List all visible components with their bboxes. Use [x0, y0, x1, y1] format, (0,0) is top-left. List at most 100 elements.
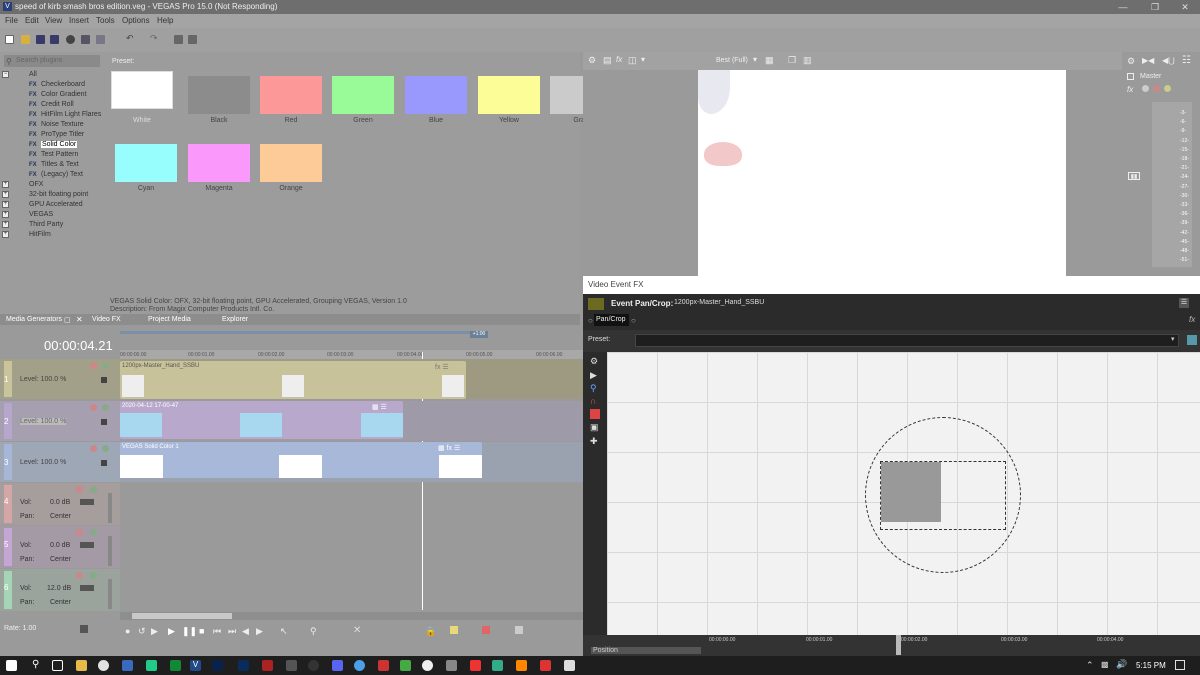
tree-item[interactable]: (Legacy) Text: [41, 171, 83, 178]
timeline-clip[interactable]: 2020-04-12 17-00-47 ▦ ☰: [120, 401, 403, 439]
render-icon[interactable]: [81, 35, 90, 44]
chevron-down-icon[interactable]: ▾: [641, 55, 645, 64]
tree-item-solid-color[interactable]: Solid Color: [41, 141, 78, 148]
tree-item[interactable]: ProType Titler: [41, 131, 84, 138]
tab-media-generators[interactable]: Media Generators: [6, 316, 62, 323]
expand-icon[interactable]: +: [2, 221, 9, 228]
swatch-yellow[interactable]: [478, 76, 540, 114]
tree-group[interactable]: OFX: [29, 181, 43, 188]
gear-icon[interactable]: [66, 35, 75, 44]
menu-tools[interactable]: Tools: [96, 16, 115, 25]
tab-video-fx[interactable]: Video FX: [92, 316, 121, 323]
show-hidden-icons-icon[interactable]: ⌃: [1086, 660, 1094, 671]
video-track-1-header[interactable]: 1 Level: 100.0 %: [0, 359, 120, 399]
app-icon[interactable]: [146, 660, 157, 671]
menu-icon[interactable]: ☰: [1179, 298, 1189, 308]
preset-dropdown[interactable]: [635, 334, 1179, 347]
app-icon[interactable]: [446, 660, 457, 671]
record-icon[interactable]: ●: [125, 626, 130, 636]
solo-icon[interactable]: [90, 486, 97, 493]
save-icon[interactable]: [36, 35, 45, 44]
menu-insert[interactable]: Insert: [69, 16, 89, 25]
fx-icon[interactable]: fx: [616, 55, 622, 64]
solo-icon[interactable]: [90, 572, 97, 579]
master-checkbox[interactable]: [1127, 73, 1134, 80]
mute-icon[interactable]: [76, 572, 83, 579]
app-icon[interactable]: [262, 660, 273, 671]
expand-icon[interactable]: +: [2, 191, 9, 198]
app-icon[interactable]: [354, 660, 365, 671]
tree-item[interactable]: Checkerboard: [41, 81, 85, 88]
gear-icon[interactable]: ⚙: [1127, 56, 1135, 67]
vegas-taskbar-icon[interactable]: V: [190, 660, 201, 671]
app-icon[interactable]: [378, 660, 389, 671]
loop-region-bar[interactable]: [120, 331, 470, 334]
go-to-start-icon[interactable]: ⏮: [213, 626, 221, 637]
zoom-tool-icon[interactable]: ⚲: [310, 626, 317, 637]
clock[interactable]: 5:15 PM: [1136, 661, 1166, 670]
save-snapshot-icon[interactable]: ▥: [803, 55, 812, 66]
pause-icon[interactable]: ❚❚: [182, 626, 197, 637]
audio-track-6-header[interactable]: 6 Vol: 12.0 dB Pan: Center: [0, 569, 120, 611]
preview-quality-select[interactable]: Best (Full): [716, 57, 748, 64]
tab-options-icon[interactable]: ▢: [64, 316, 71, 324]
overlays-icon[interactable]: ▦: [765, 55, 774, 66]
photoshop-icon[interactable]: [212, 660, 223, 671]
app-icon[interactable]: [308, 660, 319, 671]
aspect-ratio-icon[interactable]: [590, 409, 600, 419]
go-to-end-icon[interactable]: ⏭: [228, 626, 236, 637]
app-icon[interactable]: [170, 660, 181, 671]
level-label[interactable]: Level: 100.0 %: [20, 459, 66, 466]
app-icon[interactable]: [492, 660, 503, 671]
normal-edit-tool-icon[interactable]: ▶: [590, 370, 597, 381]
mute-icon[interactable]: [90, 362, 97, 369]
tree-group[interactable]: 32-bit floating point: [29, 191, 88, 198]
plugin-chain-icon[interactable]: [588, 298, 604, 310]
open-folder-icon[interactable]: [21, 35, 30, 44]
redo-icon[interactable]: ↷: [150, 33, 159, 43]
snapping-icon[interactable]: [482, 626, 490, 634]
swatch-red[interactable]: [260, 76, 322, 114]
app-icon[interactable]: [422, 660, 433, 671]
chevron-down-icon[interactable]: ▾: [1171, 335, 1175, 343]
app-icon[interactable]: [400, 660, 411, 671]
undo-icon[interactable]: ↶: [126, 33, 135, 43]
event-fx-icon[interactable]: ▦ ☰: [372, 403, 387, 411]
swatch-black[interactable]: [188, 76, 250, 114]
event-fx-icon[interactable]: ▦ fx ☰: [438, 444, 460, 452]
minimize-icon[interactable]: —: [1108, 1, 1138, 13]
scrollbar-thumb[interactable]: [132, 613, 232, 619]
vef-playhead[interactable]: [896, 635, 901, 655]
swatch-blue[interactable]: [405, 76, 467, 114]
close-tab-icon[interactable]: ✕: [76, 315, 83, 324]
menu-file[interactable]: File: [5, 16, 18, 25]
pan-value[interactable]: Center: [50, 556, 71, 563]
vol-value[interactable]: 0.0 dB: [50, 499, 70, 506]
rate-slider[interactable]: [80, 625, 88, 633]
level-label[interactable]: Level: 100.0 %: [20, 418, 67, 425]
vol-value[interactable]: 12.0 dB: [47, 585, 71, 592]
chain-prev-icon[interactable]: ○: [588, 316, 593, 325]
tree-item[interactable]: Titles & Text: [41, 161, 79, 168]
swatch-orange[interactable]: [260, 144, 322, 182]
move-freely-icon[interactable]: ✚: [590, 436, 598, 447]
audio-track-4-header[interactable]: 4 Vol: 0.0 dB Pan: Center: [0, 483, 120, 525]
vol-value[interactable]: 0.0 dB: [50, 542, 70, 549]
tree-group[interactable]: VEGAS: [29, 211, 53, 218]
menu-options[interactable]: Options: [122, 16, 150, 25]
app-icon[interactable]: [286, 660, 297, 671]
menu-edit[interactable]: Edit: [25, 16, 39, 25]
volume-slider[interactable]: [80, 542, 94, 548]
close-icon[interactable]: ✕: [1170, 1, 1200, 13]
expand-icon[interactable]: +: [2, 181, 9, 188]
mute-icon[interactable]: [90, 404, 97, 411]
maximize-icon[interactable]: ❐: [1140, 1, 1170, 13]
tab-project-media[interactable]: Project Media: [148, 316, 191, 323]
loop-icon[interactable]: ↺: [138, 626, 146, 637]
tree-group[interactable]: GPU Accelerated: [29, 201, 83, 208]
properties-icon[interactable]: [96, 35, 105, 44]
tree-item[interactable]: Test Pattern: [41, 151, 78, 158]
dim-output-icon[interactable]: ☷: [1182, 55, 1191, 66]
windows-start-icon[interactable]: [6, 660, 17, 671]
tree-item[interactable]: Color Gradient: [41, 91, 87, 98]
